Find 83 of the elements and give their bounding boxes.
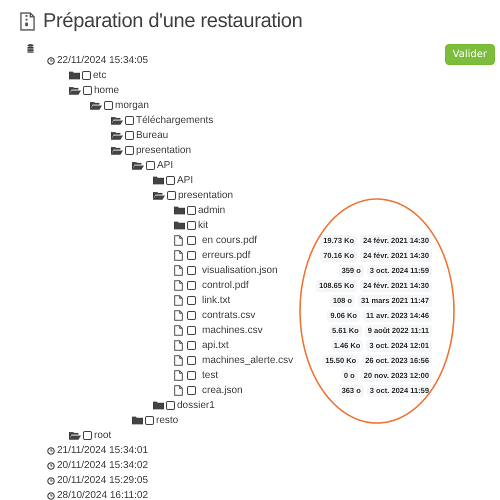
file-name[interactable]: machines.csv [202, 325, 263, 336]
checkbox[interactable] [166, 401, 175, 410]
checkbox[interactable] [187, 266, 196, 275]
folder-icon[interactable] [153, 401, 164, 410]
file-name[interactable]: control.pdf [202, 280, 249, 291]
file-name[interactable]: visualisation.json [202, 265, 278, 276]
file-icon [174, 280, 183, 291]
checkbox[interactable] [187, 341, 196, 350]
checkbox[interactable] [187, 251, 196, 260]
checkbox[interactable] [125, 116, 134, 125]
checkbox[interactable] [167, 191, 176, 200]
file-name[interactable]: crea.json [202, 385, 243, 396]
folder-name[interactable]: admin [198, 205, 226, 216]
file-icon [174, 250, 183, 261]
open-folder-icon[interactable] [111, 131, 123, 140]
open-folder-icon[interactable] [153, 191, 165, 200]
checkbox[interactable] [146, 161, 155, 170]
file-name[interactable]: link.txt [202, 295, 230, 306]
checkbox[interactable] [187, 221, 196, 230]
checkbox[interactable] [187, 371, 196, 380]
checkbox[interactable] [187, 281, 196, 290]
folder-name[interactable]: presentation [178, 190, 234, 201]
checkbox[interactable] [187, 236, 196, 245]
file-icon [174, 385, 183, 396]
folder-icon[interactable] [69, 71, 80, 80]
page-title: Préparation d'une restauration [43, 10, 302, 32]
checkbox[interactable] [125, 131, 134, 140]
checkbox[interactable] [83, 431, 92, 440]
checkbox[interactable] [187, 326, 196, 335]
file-icon [174, 295, 183, 306]
file-name[interactable]: en cours.pdf [202, 235, 258, 246]
file-icon [174, 325, 183, 336]
file-name[interactable]: contrats.csv [202, 310, 256, 321]
folder-icon[interactable] [132, 416, 143, 425]
folder-name[interactable]: morgan [115, 100, 149, 111]
file-icon [174, 235, 183, 246]
checkbox[interactable] [187, 296, 196, 305]
file-icon [174, 340, 183, 351]
folder-name[interactable]: resto [156, 415, 178, 426]
file-icon [174, 310, 183, 321]
database-icon [27, 44, 34, 53]
folder-name[interactable]: dossier1 [177, 400, 215, 411]
file-icon [174, 265, 183, 276]
checkbox[interactable] [187, 206, 196, 215]
folder-name[interactable]: root [94, 430, 112, 441]
checkbox[interactable] [166, 176, 175, 185]
folder-name[interactable]: Téléchargements [136, 115, 214, 126]
folder-name[interactable]: API [157, 160, 174, 171]
open-folder-icon[interactable] [69, 431, 81, 440]
open-folder-icon[interactable] [111, 116, 123, 125]
file-name[interactable]: api.txt [202, 340, 229, 351]
folder-name[interactable]: etc [93, 70, 106, 81]
folder-icon[interactable] [174, 206, 185, 215]
checkbox[interactable] [187, 386, 196, 395]
open-folder-icon[interactable] [90, 101, 102, 110]
checkbox[interactable] [187, 311, 196, 320]
open-folder-icon[interactable] [111, 146, 123, 155]
archive-file-icon [20, 12, 35, 30]
file-icon [174, 370, 183, 381]
clock-icon [47, 492, 55, 500]
folder-icon[interactable] [174, 221, 185, 230]
checkbox[interactable] [145, 416, 154, 425]
folder-name[interactable]: home [94, 85, 120, 96]
checkbox[interactable] [187, 356, 196, 365]
clock-icon [47, 56, 55, 64]
clock-icon [47, 446, 55, 454]
checkbox[interactable] [83, 86, 92, 95]
open-folder-icon[interactable] [69, 86, 81, 95]
file-name[interactable]: erreurs.pdf [202, 250, 250, 261]
checkbox[interactable] [104, 101, 113, 110]
folder-name[interactable]: kit [198, 220, 208, 231]
folder-name[interactable]: presentation [136, 145, 192, 156]
clock-icon [47, 462, 55, 470]
checkbox[interactable] [125, 146, 134, 155]
file-name[interactable]: test [202, 370, 218, 381]
checkbox[interactable] [82, 71, 91, 80]
folder-name[interactable]: API [177, 175, 194, 186]
open-folder-icon[interactable] [132, 161, 144, 170]
folder-name[interactable]: Bureau [136, 130, 168, 141]
folder-icon[interactable] [153, 176, 164, 185]
file-icon [174, 355, 183, 366]
file-name[interactable]: machines_alerte.csv [202, 355, 294, 366]
clock-icon [47, 476, 55, 484]
